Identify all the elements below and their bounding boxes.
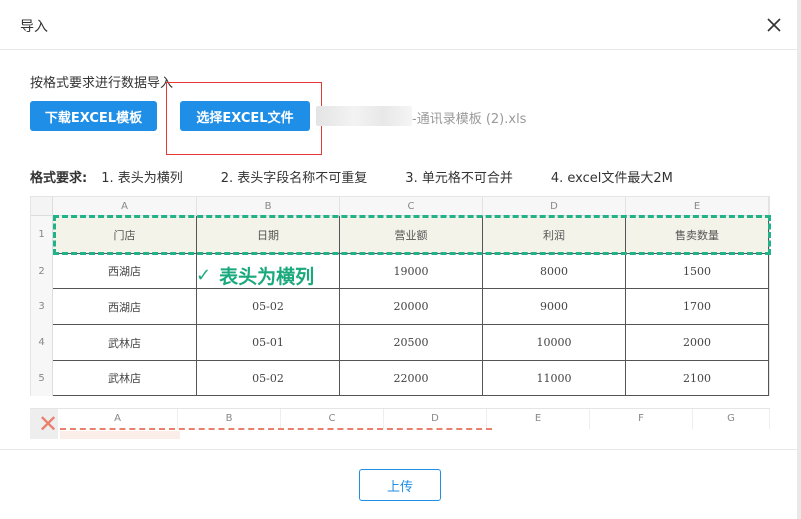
table-cell: 武林店 [53, 361, 197, 396]
dialog-header: 导入 [0, 0, 801, 50]
check-icon: ✓ [196, 265, 212, 286]
table-cell: 西湖店 [53, 254, 197, 289]
table-header-cell: 售卖数量 [626, 216, 769, 254]
table-cell: 9000 [483, 289, 626, 325]
column-header: B [197, 197, 340, 216]
table-cell: 2000 [626, 325, 769, 361]
table-cell: 10000 [483, 325, 626, 361]
select-file-button[interactable]: 选择EXCEL文件 [180, 101, 310, 131]
row-header: 3 [31, 289, 53, 325]
upload-button[interactable]: 上传 [359, 469, 441, 501]
import-dialog: 导入 按格式要求进行数据导入 下载EXCEL模板 选择EXCEL文件 -通讯录模… [0, 0, 801, 519]
table-cell: 1700 [626, 289, 769, 325]
table-header-cell: 门店 [53, 216, 197, 254]
close-icon[interactable] [766, 17, 782, 33]
table-cell: 20500 [340, 325, 483, 361]
column-header: B [178, 409, 281, 429]
format-item: 4. excel文件最大2M [550, 171, 673, 186]
column-header: F [590, 409, 693, 429]
column-header: E [626, 197, 769, 216]
row-header: 1 [31, 216, 53, 254]
format-label: 格式要求: [30, 171, 88, 186]
table-header-cell: 利润 [483, 216, 626, 254]
example-sheet-correct: A B C D E 1 2 3 4 5 门店 日期 营业额 利润 售卖数量 西湖… [30, 196, 771, 396]
blurred-file-prefix [316, 106, 412, 126]
format-item: 3. 单元格不可合并 [405, 171, 513, 186]
footer-divider [0, 449, 801, 450]
table-cell: 22000 [340, 361, 483, 396]
column-header: A [53, 197, 197, 216]
table-cell: 05-01 [197, 325, 340, 361]
column-header: G [693, 409, 770, 429]
format-item: 1. 表头为横列 [101, 171, 183, 186]
table-cell: 西湖店 [53, 289, 197, 325]
table-cell: 8000 [483, 254, 626, 289]
table-cell: 05-02 [197, 289, 340, 325]
dialog-title: 导入 [20, 19, 48, 35]
format-requirements: 格式要求: 1. 表头为横列 2. 表头字段名称不可重复 3. 单元格不可合并 … [30, 167, 711, 186]
column-header: C [281, 409, 384, 429]
error-cross-icon: ✕ [38, 410, 59, 438]
column-header: D [483, 197, 626, 216]
table-header-cell: 日期 [197, 216, 340, 254]
table-cell: 2100 [626, 361, 769, 396]
table-cell: 武林店 [53, 325, 197, 361]
format-item: 2. 表头字段名称不可重复 [220, 171, 368, 186]
scrollbar[interactable] [797, 0, 801, 519]
table-cell: 20000 [340, 289, 483, 325]
header-ok-text: 表头为横列 [219, 266, 315, 288]
table-header-cell: 营业额 [340, 216, 483, 254]
instruction-text: 按格式要求进行数据导入 [30, 76, 174, 91]
download-template-button[interactable]: 下载EXCEL模板 [30, 101, 157, 131]
table-cell: 05-02 [197, 361, 340, 396]
merged-cell-fill [60, 431, 180, 439]
row-header: 5 [31, 361, 53, 396]
column-header: D [384, 409, 487, 429]
sheet-corner [31, 197, 53, 216]
table-cell: 1500 [626, 254, 769, 289]
header-ok-note: ✓ 表头为横列 [196, 262, 314, 289]
selected-file-name: -通讯录模板 (2).xls [412, 112, 527, 127]
table-cell: 11000 [483, 361, 626, 396]
column-header: E [487, 409, 590, 429]
row-header: 2 [31, 254, 53, 289]
error-row-highlight [60, 428, 492, 430]
row-header: 4 [31, 325, 53, 361]
column-header: A [58, 409, 178, 429]
table-cell: 19000 [340, 254, 483, 289]
column-header: C [340, 197, 483, 216]
example-sheet-incorrect: A B C D E F G ✕ [30, 408, 770, 439]
